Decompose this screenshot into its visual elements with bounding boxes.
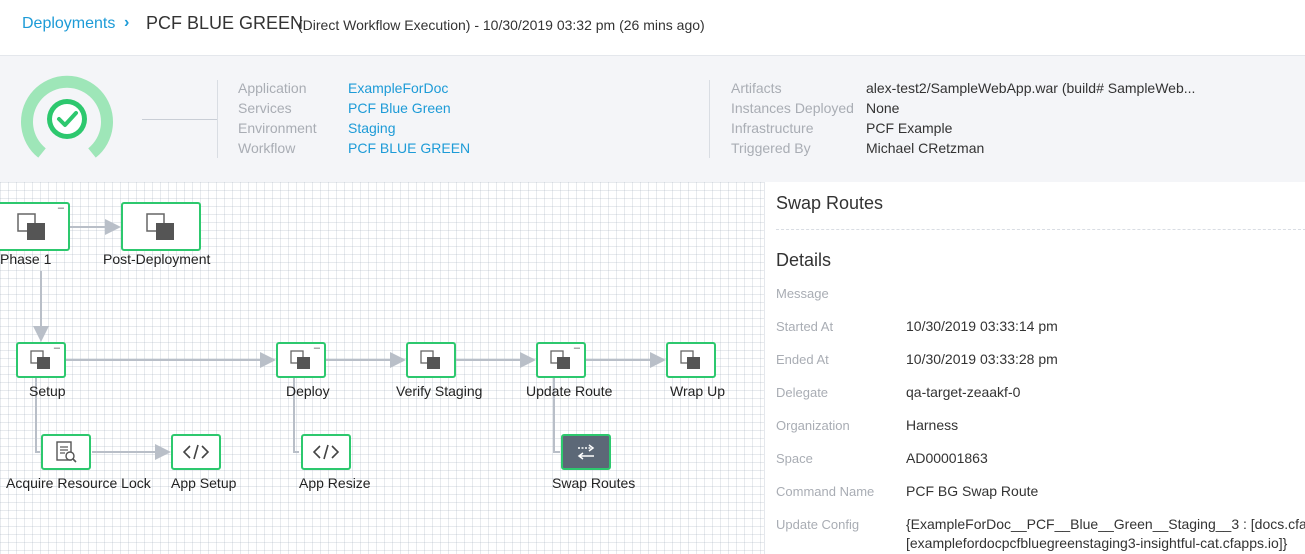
summary-divider <box>709 80 710 158</box>
phase-icon <box>17 212 45 240</box>
code-icon <box>313 444 339 460</box>
organization-value: Harness <box>906 417 959 433</box>
summary-divider <box>217 80 218 158</box>
space-label: Space <box>776 451 813 466</box>
step-group-icon <box>30 350 50 369</box>
update-config-value: {ExampleForDoc__PCF__Blue__Green__Stagin… <box>906 516 1305 532</box>
setup-node[interactable]: – <box>16 342 66 378</box>
app-setup-label: App Setup <box>171 475 237 491</box>
deploy-label: Deploy <box>286 383 330 399</box>
triggered-by-value: Michael CRetzman <box>866 140 985 156</box>
application-link[interactable]: ExampleForDoc <box>348 80 448 96</box>
execution-subtitle: (Direct Workflow Execution) - 10/30/2019… <box>298 17 705 33</box>
infrastructure-value: PCF Example <box>866 120 953 136</box>
app-resize-node[interactable] <box>301 434 351 470</box>
swap-arrows-icon <box>577 444 595 460</box>
services-link[interactable]: PCF Blue Green <box>348 100 451 116</box>
command-name-label: Command Name <box>776 484 875 499</box>
summary-connector <box>142 119 218 120</box>
message-label: Message <box>776 286 829 301</box>
breadcrumb-deployments-link[interactable]: Deployments <box>22 15 115 33</box>
verify-staging-node[interactable] <box>406 342 456 378</box>
wrap-up-node[interactable] <box>666 342 716 378</box>
post-deployment-node[interactable] <box>121 202 201 251</box>
delegate-value: qa-target-zeaakf-0 <box>906 384 1021 400</box>
phase-1-node[interactable]: – <box>0 202 70 251</box>
setup-label: Setup <box>29 383 66 399</box>
swap-routes-node[interactable] <box>561 434 611 470</box>
ended-at-label: Ended At <box>776 352 829 367</box>
wrap-up-label: Wrap Up <box>670 383 725 399</box>
acquire-resource-lock-node[interactable] <box>41 434 91 470</box>
step-group-icon <box>680 350 700 369</box>
step-details-panel: Swap Routes Details Message Started At 1… <box>764 182 1305 554</box>
post-deployment-label: Post-Deployment <box>103 251 211 267</box>
collapse-icon[interactable]: – <box>314 343 320 354</box>
started-at-value: 10/30/2019 03:33:14 pm <box>906 318 1058 334</box>
phase-1-label: Phase 1 <box>0 251 52 267</box>
app-resize-label: App Resize <box>299 475 371 491</box>
graph-connectors <box>33 219 666 460</box>
artifacts-label: Artifacts <box>731 80 782 96</box>
workflow-graph-canvas[interactable]: – Phase 1 Post-Deployment – Setup – Depl… <box>0 182 764 554</box>
infrastructure-label: Infrastructure <box>731 120 814 136</box>
page-title: PCF BLUE GREEN <box>146 13 304 33</box>
application-label: Application <box>238 80 307 96</box>
delegate-label: Delegate <box>776 385 829 400</box>
deploy-node[interactable]: – <box>276 342 326 378</box>
document-search-icon <box>56 441 77 463</box>
update-route-label: Update Route <box>526 383 613 399</box>
update-config-value-line2: [examplefordocpcfbluegreenstaging3-insig… <box>906 535 1288 551</box>
collapse-icon[interactable]: – <box>574 343 580 354</box>
collapse-icon[interactable]: – <box>54 343 60 354</box>
space-value: AD00001863 <box>906 450 988 466</box>
started-at-label: Started At <box>776 319 834 334</box>
success-status-icon <box>21 75 113 158</box>
swap-routes-label: Swap Routes <box>552 475 636 491</box>
command-name-value: PCF BG Swap Route <box>906 483 1039 499</box>
environment-link[interactable]: Staging <box>348 120 395 136</box>
instances-deployed-value: None <box>866 100 900 116</box>
chevron-right-icon: › <box>124 14 130 31</box>
update-route-node[interactable]: – <box>536 342 586 378</box>
step-group-icon <box>550 350 570 369</box>
acquire-resource-lock-label: Acquire Resource Lock <box>6 475 151 491</box>
ended-at-value: 10/30/2019 03:33:28 pm <box>906 351 1058 367</box>
workflow-label: Workflow <box>238 140 296 156</box>
services-label: Services <box>238 100 292 116</box>
code-icon <box>183 444 209 460</box>
verify-staging-label: Verify Staging <box>396 383 483 399</box>
execution-summary: Application ExampleForDoc Services PCF B… <box>0 56 1305 182</box>
triggered-by-label: Triggered By <box>731 140 811 156</box>
instances-deployed-label: Instances Deployed <box>731 100 854 116</box>
environment-label: Environment <box>238 120 317 136</box>
details-divider <box>776 229 1305 230</box>
organization-label: Organization <box>776 418 850 433</box>
step-group-icon <box>290 350 310 369</box>
app-setup-node[interactable] <box>171 434 221 470</box>
update-config-label: Update Config <box>776 517 860 532</box>
details-panel-title: Swap Routes <box>776 193 884 213</box>
details-section-heading: Details <box>776 250 832 270</box>
step-group-icon <box>420 350 440 369</box>
workflow-link[interactable]: PCF BLUE GREEN <box>348 140 470 156</box>
phase-icon <box>146 212 174 240</box>
artifacts-value: alex-test2/SampleWebApp.war (build# Samp… <box>866 80 1196 96</box>
page-header: Deployments › PCF BLUE GREEN (Direct Wor… <box>0 0 1305 56</box>
collapse-icon[interactable]: – <box>58 203 64 214</box>
